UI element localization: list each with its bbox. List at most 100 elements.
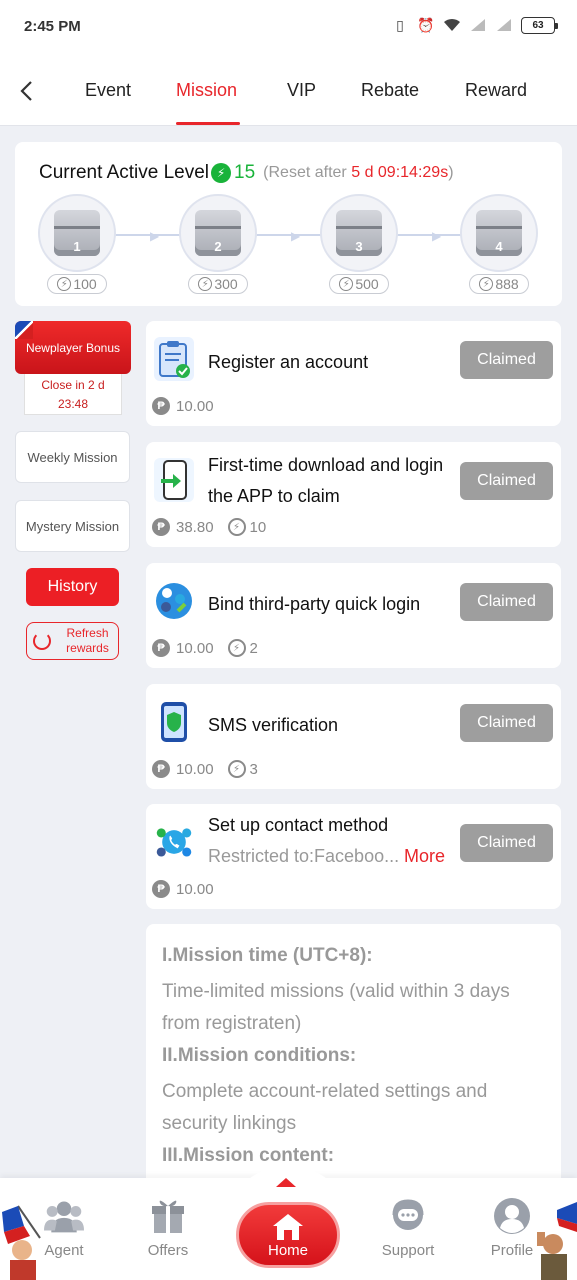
mission-title: SMS verification [208,715,339,735]
profile-icon [492,1196,532,1236]
mission-reward: ₱ 10.00 [152,880,214,898]
nav-support-label: Support [381,1242,435,1259]
rules-text: Time-limited missions (valid within 3 da… [162,981,510,1034]
claimed-button[interactable]: Claimed [460,462,553,500]
nav-home-label: Home [267,1241,308,1259]
chest-icon: 2 [195,210,241,256]
chest-3[interactable]: 3 [320,194,398,272]
refresh-label: Refresh rewards [57,626,118,656]
chest-4[interactable]: 4 [460,194,538,272]
reset-time: 5 d 09:14:29s [351,164,449,181]
battery-icon: 63 [521,16,558,34]
mission-subtitle: Restricted to:Faceboo... [208,846,400,866]
countdown-line2: 23:48 [57,397,89,411]
reward-coins: 38.80 [176,518,214,536]
reset-prefix: (Reset after [263,164,347,181]
chest-num: 1 [73,239,81,254]
newplayer-bonus-tab[interactable]: Newplayer Bonus Close in 2 d 23:48 [15,321,131,415]
nav-agent[interactable]: Agent [29,1196,99,1259]
newplayer-banner[interactable]: Newplayer Bonus [15,321,131,374]
mission-card: Set up contact method Restricted to:Face… [146,804,561,909]
tab-reward[interactable]: Reward [465,80,527,101]
nav-support[interactable]: Support [373,1196,443,1259]
reward-exp: 2 [249,639,258,657]
rules-text: Complete account-related settings and se… [162,1081,488,1134]
more-link[interactable]: More [404,846,445,867]
gift-icon [148,1196,188,1236]
chest-points-value: 100 [73,276,97,292]
countdown-line1: Close in 2 d [41,378,105,392]
chest-num: 3 [355,239,363,254]
bolt-icon: ⚡ [479,277,494,291]
mission-reward: ₱ 10.00 [152,397,214,415]
wifi-icon [443,16,461,34]
arrow-right-icon: ▶ [150,229,160,243]
status-icons: ▯ ⏰ 63 [391,16,558,34]
mission-title: First-time download and login the APP to… [208,455,444,506]
chest-icon: 1 [54,210,100,256]
tab-rebate[interactable]: Rebate [361,80,419,101]
mission-title: Bind third-party quick login [208,594,421,614]
arrow-right-icon: ▶ [291,229,301,243]
refresh-icon [33,632,51,650]
mission-reward: ₱ 10.00 ⚡ 3 [152,760,258,778]
refresh-rewards-button[interactable]: Refresh rewards [26,622,119,660]
chest-points-value: 500 [355,276,379,292]
chest-num: 4 [495,239,503,254]
reset-countdown: (Reset after 5 d 09:14:29s) [263,164,453,182]
history-button[interactable]: History [26,568,119,606]
bolt-icon: ⚡ [57,277,72,291]
flag-icon [15,321,33,339]
clipboard-check-icon [154,337,194,381]
mission-card: SMS verification Claimed ₱ 10.00 ⚡ 3 [146,684,561,789]
active-level-title: Current Active Level ⚡ 15 (Reset after 5… [39,162,454,184]
weekly-mission-tab[interactable]: Weekly Mission [15,431,130,483]
back-button[interactable] [12,76,40,106]
rules-heading: I.Mission time (UTC+8): [162,945,373,966]
nav-home[interactable]: Home [236,1202,340,1268]
chest-points: ⚡ 888 [469,274,529,294]
chest-points: ⚡ 100 [47,274,107,294]
agent-icon [44,1196,84,1236]
reward-exp: 10 [249,518,267,536]
rules-heading: II.Mission conditions: [162,1045,357,1066]
claimed-button[interactable]: Claimed [460,824,553,862]
nav-offers-label: Offers [147,1242,189,1259]
signal-icon-2 [495,16,513,34]
tab-mission[interactable]: Mission [176,80,237,101]
chest-progress: 1 ▶ 2 ▶ 3 ▶ 4 ⚡ 100 ⚡ 300 ⚡ 500 ⚡ 888 [38,194,538,294]
reward-coins: 10.00 [176,639,214,657]
tab-bar: Event Mission VIP Rebate Reward [0,56,577,126]
bolt-icon: ⚡ [227,639,246,657]
reward-coins: 10.00 [176,760,214,778]
mission-title: Set up contact method [208,815,389,835]
chest-2[interactable]: 2 [179,194,257,272]
nav-offers[interactable]: Offers [133,1196,203,1259]
social-link-icon [154,579,194,623]
nav-profile-label: Profile [490,1242,534,1259]
peso-coin-icon: ₱ [152,880,170,898]
claimed-button[interactable]: Claimed [460,341,553,379]
mission-reward: ₱ 10.00 ⚡ 2 [152,639,258,657]
reward-coins: 10.00 [176,397,214,415]
active-level-label: Current Active Level [39,162,210,183]
tab-event[interactable]: Event [85,80,131,101]
active-level-value: 15 [234,162,256,183]
bolt-icon: ⚡ [339,277,354,291]
chest-1[interactable]: 1 [38,194,116,272]
chest-icon: 3 [336,210,382,256]
tab-vip[interactable]: VIP [287,80,316,101]
bolt-icon: ⚡ [227,518,246,536]
alarm-icon: ⏰ [417,16,435,33]
mystery-mission-tab[interactable]: Mystery Mission [15,500,130,552]
active-level-card: Current Active Level ⚡ 15 (Reset after 5… [15,142,562,306]
rules-heading: III.Mission content: [162,1145,335,1166]
claimed-button[interactable]: Claimed [460,583,553,621]
active-tab-indicator [176,122,240,125]
status-bar: 2:45 PM ▯ ⏰ 63 [0,0,577,56]
mission-reward: ₱ 38.80 ⚡ 10 [152,518,266,536]
claimed-button[interactable]: Claimed [460,704,553,742]
headset-icon [388,1196,428,1236]
peso-coin-icon: ₱ [152,760,170,778]
phone-download-icon [154,458,194,502]
